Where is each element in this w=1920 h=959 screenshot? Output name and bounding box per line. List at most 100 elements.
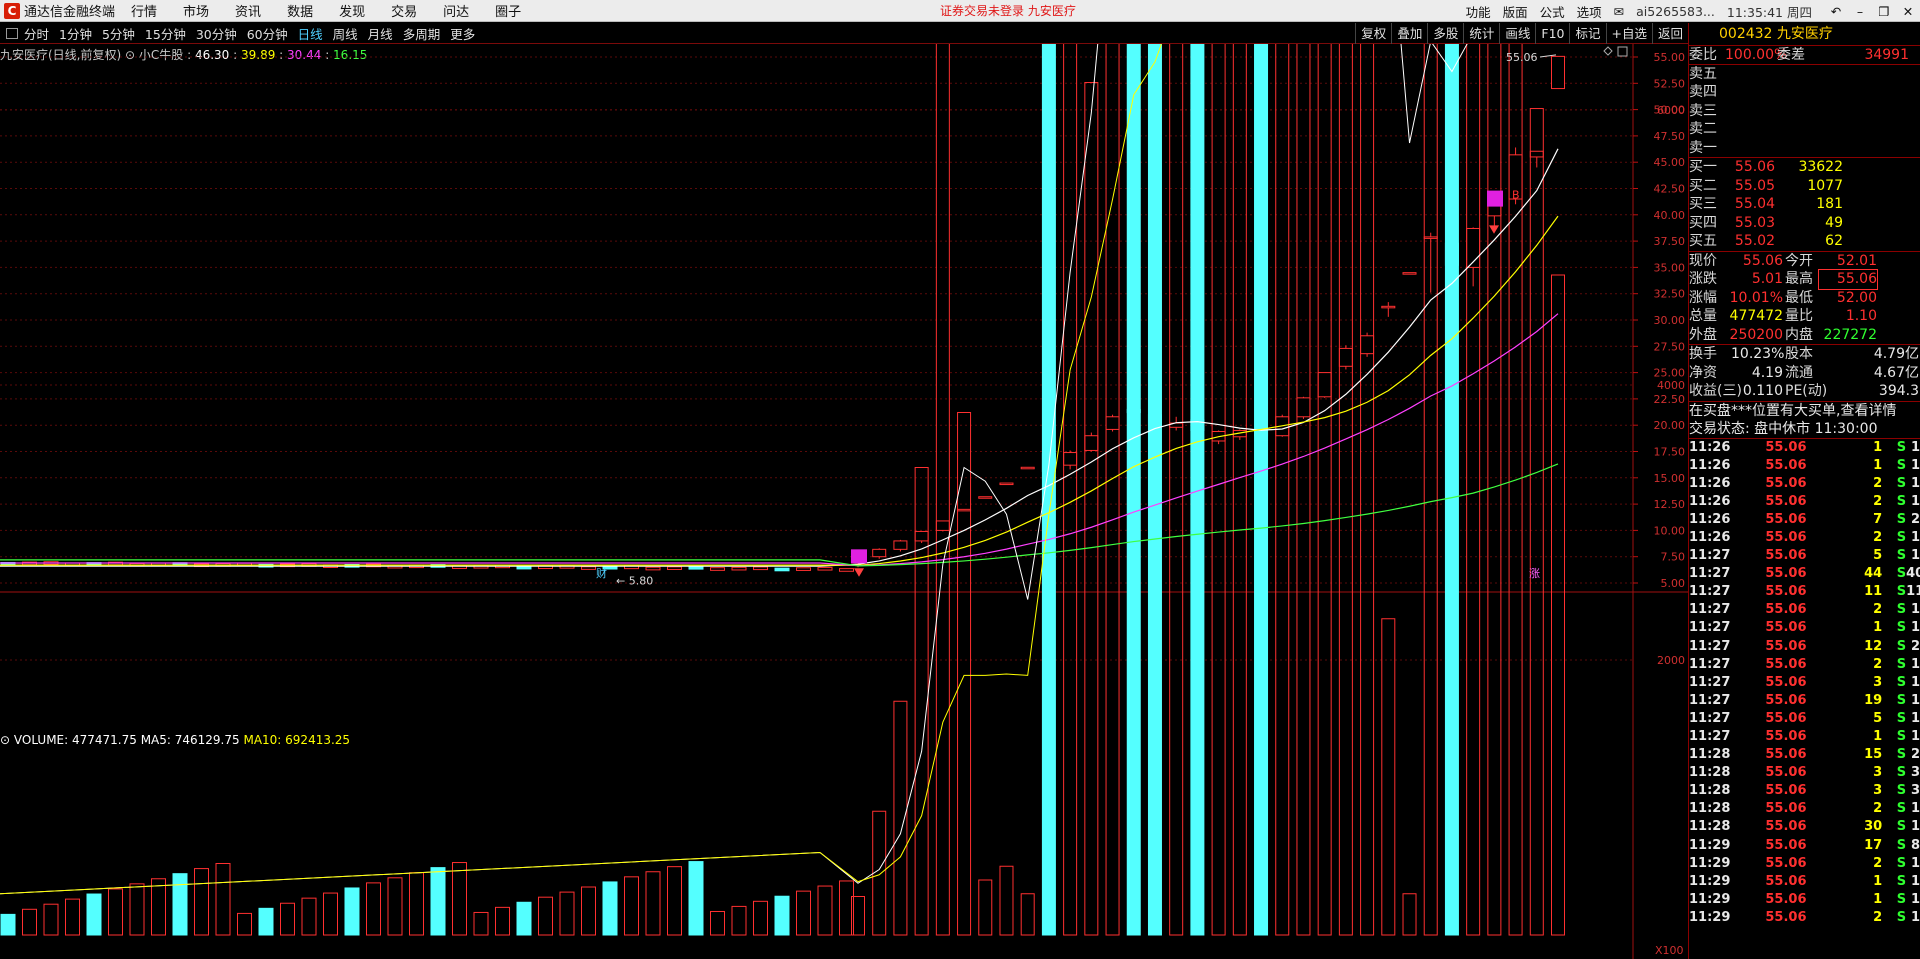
early-volume-bar (581, 886, 596, 936)
menu-item[interactable]: 交易 (391, 1, 417, 20)
sell-level[interactable]: 卖四 (1689, 83, 1920, 102)
buy-level[interactable]: 买三 55.04 181 (1689, 195, 1920, 214)
tick-row: 11:29 55.06 2 S 1 (1689, 909, 1920, 925)
early-volume-bar (753, 900, 768, 936)
period-tab[interactable]: 15分钟 (145, 24, 186, 43)
period-tab[interactable]: 60分钟 (247, 24, 288, 43)
login-notice[interactable]: 证券交易未登录 九安医疗 (940, 2, 1076, 19)
period-tab[interactable]: 周线 (333, 24, 358, 43)
menu-item[interactable]: 行情 (131, 1, 157, 20)
title-menu-item[interactable]: 公式 (1540, 2, 1565, 21)
menu-item[interactable]: 发现 (339, 1, 365, 20)
tick-row: 11:26 55.06 2 S 1 (1689, 493, 1920, 509)
toolbar-button[interactable]: 返回 (1651, 23, 1688, 44)
early-volume-bar (559, 891, 575, 936)
period-tab[interactable]: 月线 (368, 24, 393, 43)
menu-item[interactable]: 圈子 (495, 1, 521, 20)
kline-chart[interactable]: 55.0052.5050.0047.5045.0042.5040.0037.50… (0, 44, 1688, 959)
stat-row: 总量 477472 量比 1.10 (1689, 308, 1877, 324)
price-tick-label: 32.50 (1654, 288, 1686, 301)
toolbar-button[interactable]: 统计 (1463, 23, 1499, 44)
minimize-icon[interactable]: – (1848, 4, 1872, 19)
tick-row: 11:29 55.06 2 S 1 (1689, 855, 1920, 871)
early-volume-bar (86, 893, 102, 936)
period-tab[interactable]: 日线 (298, 24, 323, 43)
candle-body (1296, 397, 1311, 418)
early-volume-bar (624, 876, 639, 936)
sell-level[interactable]: 卖五 (1689, 65, 1920, 84)
price-tick-label: 35.00 (1654, 261, 1686, 274)
buy-signal-label: B (1512, 189, 1520, 202)
tick-row: 11:26 55.06 1 S 1 (1689, 457, 1920, 473)
title-menu-item[interactable]: 选项 (1577, 2, 1602, 21)
sell-level[interactable]: 卖一 (1689, 139, 1920, 158)
period-tab[interactable]: 30分钟 (196, 24, 237, 43)
buy-level[interactable]: 买二 55.05 1077 (1689, 177, 1920, 196)
volume-bar (1444, 44, 1459, 936)
title-menu-item[interactable]: 功能 (1466, 2, 1491, 21)
fundamental-row: 净资 4.19 流通 4.67亿 (1689, 364, 1919, 381)
layout-toggle-icon[interactable] (6, 27, 18, 39)
early-volume-bar (731, 905, 747, 936)
tick-row: 11:27 55.06 19 S 1 (1689, 692, 1920, 708)
stat-row: 外盘 250200 内盘 227272 (1689, 326, 1877, 343)
restore-icon[interactable]: ❐ (1872, 4, 1896, 19)
big-order-notice[interactable]: 在买盘***位置有大买单,查看详情 (1689, 402, 1920, 421)
toolbar-button[interactable]: 标记 (1569, 23, 1605, 44)
volume-tick-label: 6000 (1657, 104, 1685, 117)
early-volume-bar (688, 861, 704, 936)
period-tab[interactable]: 更多 (450, 24, 475, 43)
tick-row: 11:26 55.06 2 S 1 (1689, 475, 1920, 491)
back-icon[interactable]: ↶ (1824, 4, 1848, 19)
close-icon[interactable]: ✕ (1896, 4, 1920, 19)
period-tab[interactable]: 多周期 (403, 24, 441, 43)
candle-body (935, 520, 950, 531)
buy-level[interactable]: 买一 55.06 33622 (1689, 158, 1920, 177)
toolbar-button[interactable]: 画线 (1499, 23, 1535, 44)
volume-bar (893, 700, 908, 936)
sell-level[interactable]: 卖二 (1689, 120, 1920, 139)
ma5-line (0, 148, 1559, 567)
menu-item[interactable]: 资讯 (235, 1, 261, 20)
menu-item[interactable]: 数据 (287, 1, 313, 20)
toolbar-button[interactable]: 叠加 (1391, 23, 1427, 44)
period-tab[interactable]: 分时 (24, 24, 49, 43)
period-tab[interactable]: 5分钟 (102, 24, 135, 43)
toolbar-button[interactable]: F10 (1535, 23, 1569, 44)
tick-row: 11:29 55.06 1 S 1 (1689, 891, 1920, 907)
early-volume-bar (817, 885, 833, 936)
buy-level[interactable]: 买五 55.02 62 (1689, 232, 1920, 251)
tick-row: 11:27 55.06 2 S 1 (1689, 602, 1920, 618)
early-candle (753, 566, 768, 571)
early-volume-bar (344, 887, 360, 936)
mail-icon[interactable]: ✉ (1614, 4, 1624, 19)
user-name[interactable]: ai5265583... (1636, 4, 1715, 19)
early-volume-bar (495, 906, 510, 936)
toolbar-button[interactable]: +自选 (1605, 23, 1652, 44)
volume-bar (1169, 44, 1184, 936)
candle-body (1360, 335, 1375, 355)
price-tick-label: 47.50 (1654, 130, 1686, 143)
buy-level[interactable]: 买四 55.03 49 (1689, 214, 1920, 233)
volume-bar (1126, 44, 1141, 936)
stock-code-name[interactable]: 002432 九安医疗 (1689, 23, 1920, 46)
tick-row: 11:27 55.06 11 S 11 (1689, 584, 1920, 600)
tick-row: 11:27 55.06 5 S 1 (1689, 710, 1920, 726)
toolbar-button[interactable]: 多股 (1427, 23, 1463, 44)
price-tick-label: 7.50 (1661, 551, 1686, 564)
candle-body (999, 482, 1014, 486)
tick-row: 11:28 55.06 30 S 1 (1689, 819, 1920, 835)
tick-list[interactable]: 11:26 55.06 1 S 1 11:26 55.06 1 S 1 11:26 55.06 2 S 1 1… (1689, 439, 1920, 928)
toolbar-button[interactable]: 复权 (1355, 23, 1391, 44)
title-menu-item[interactable]: 版面 (1503, 2, 1528, 21)
menu-item[interactable]: 市场 (183, 1, 209, 20)
sell-level[interactable]: 卖三 (1689, 102, 1920, 121)
tick-row: 11:28 55.06 15 S 2 (1689, 747, 1920, 763)
candle-body (1402, 272, 1417, 275)
early-volume-bar (172, 873, 188, 936)
early-volume-bar (22, 908, 37, 936)
menu-item[interactable]: 问达 (443, 1, 469, 20)
period-tab[interactable]: 1分钟 (59, 24, 92, 43)
price-tick-label: 20.00 (1654, 419, 1686, 432)
early-volume-bar (602, 881, 618, 936)
